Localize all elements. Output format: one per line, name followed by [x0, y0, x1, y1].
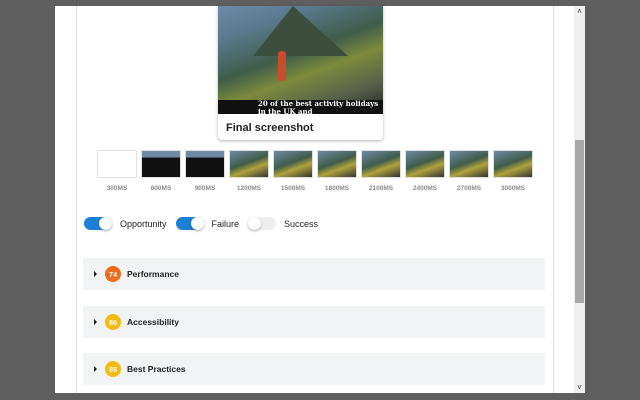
frame-time-label: 900MS — [194, 185, 216, 192]
category-label: Performance — [127, 269, 179, 279]
frame-time-label: 1500MS — [280, 185, 306, 192]
final-screenshot-title: Final screenshot — [226, 122, 314, 134]
score-badge: 74 — [105, 266, 121, 282]
scroll-down-icon[interactable]: ˅ — [574, 383, 585, 392]
failure-label: Failure — [211, 218, 240, 229]
score-badge: 86 — [105, 314, 121, 330]
score-badge: 85 — [105, 361, 121, 377]
frame-time-label: 1800MS — [324, 185, 350, 192]
filmstrip-frame — [317, 150, 357, 178]
expand-arrow-icon — [94, 366, 97, 372]
category-accessibility[interactable]: 86 Accessibility — [83, 306, 545, 338]
frame-time-label: 2100MS — [368, 185, 394, 192]
success-toggle[interactable] — [248, 217, 277, 230]
expand-arrow-icon — [94, 271, 97, 277]
filmstrip-frame — [185, 150, 225, 178]
frame-time-label: 3000MS — [500, 185, 526, 192]
filmstrip-frame — [97, 150, 137, 178]
filmstrip-frame — [361, 150, 401, 178]
final-screenshot-image: 20 of the best activity holidays in the … — [218, 6, 383, 114]
screenshot-caption: 20 of the best activity holidays in the … — [218, 100, 383, 114]
final-screenshot-card: 20 of the best activity holidays in the … — [218, 6, 383, 140]
frame-time-label: 600MS — [150, 185, 172, 192]
frame-time-label: 1200MS — [236, 185, 262, 192]
filmstrip-frame — [405, 150, 445, 178]
divider — [76, 6, 77, 393]
scrollbar-thumb[interactable] — [575, 140, 584, 303]
category-best-practices[interactable]: 85 Best Practices — [83, 353, 545, 385]
divider — [553, 6, 554, 393]
filmstrip-frame — [141, 150, 181, 178]
filmstrip-frame — [229, 150, 269, 178]
filmstrip-frame — [449, 150, 489, 178]
frame-time-label: 2400MS — [412, 185, 438, 192]
category-performance[interactable]: 74 Performance — [83, 258, 545, 290]
frame-time-label: 300MS — [106, 185, 128, 192]
frame-time-label: 2700MS — [456, 185, 482, 192]
failure-toggle[interactable] — [175, 217, 204, 230]
opportunity-toggle[interactable] — [84, 217, 112, 230]
vertical-scrollbar[interactable]: ˄ ˅ — [574, 6, 585, 393]
report-panel: 20 of the best activity holidays in the … — [55, 6, 585, 393]
opportunity-label: Opportunity — [120, 218, 167, 229]
scroll-up-icon[interactable]: ˄ — [574, 7, 585, 16]
category-label: Accessibility — [127, 317, 179, 327]
filmstrip-frame — [273, 150, 313, 178]
expand-arrow-icon — [94, 319, 97, 325]
filmstrip-frame — [493, 150, 533, 178]
category-label: Best Practices — [127, 364, 186, 374]
success-label: Success — [284, 218, 319, 229]
audit-filter-toggles: Opportunity Failure Success — [84, 217, 327, 230]
